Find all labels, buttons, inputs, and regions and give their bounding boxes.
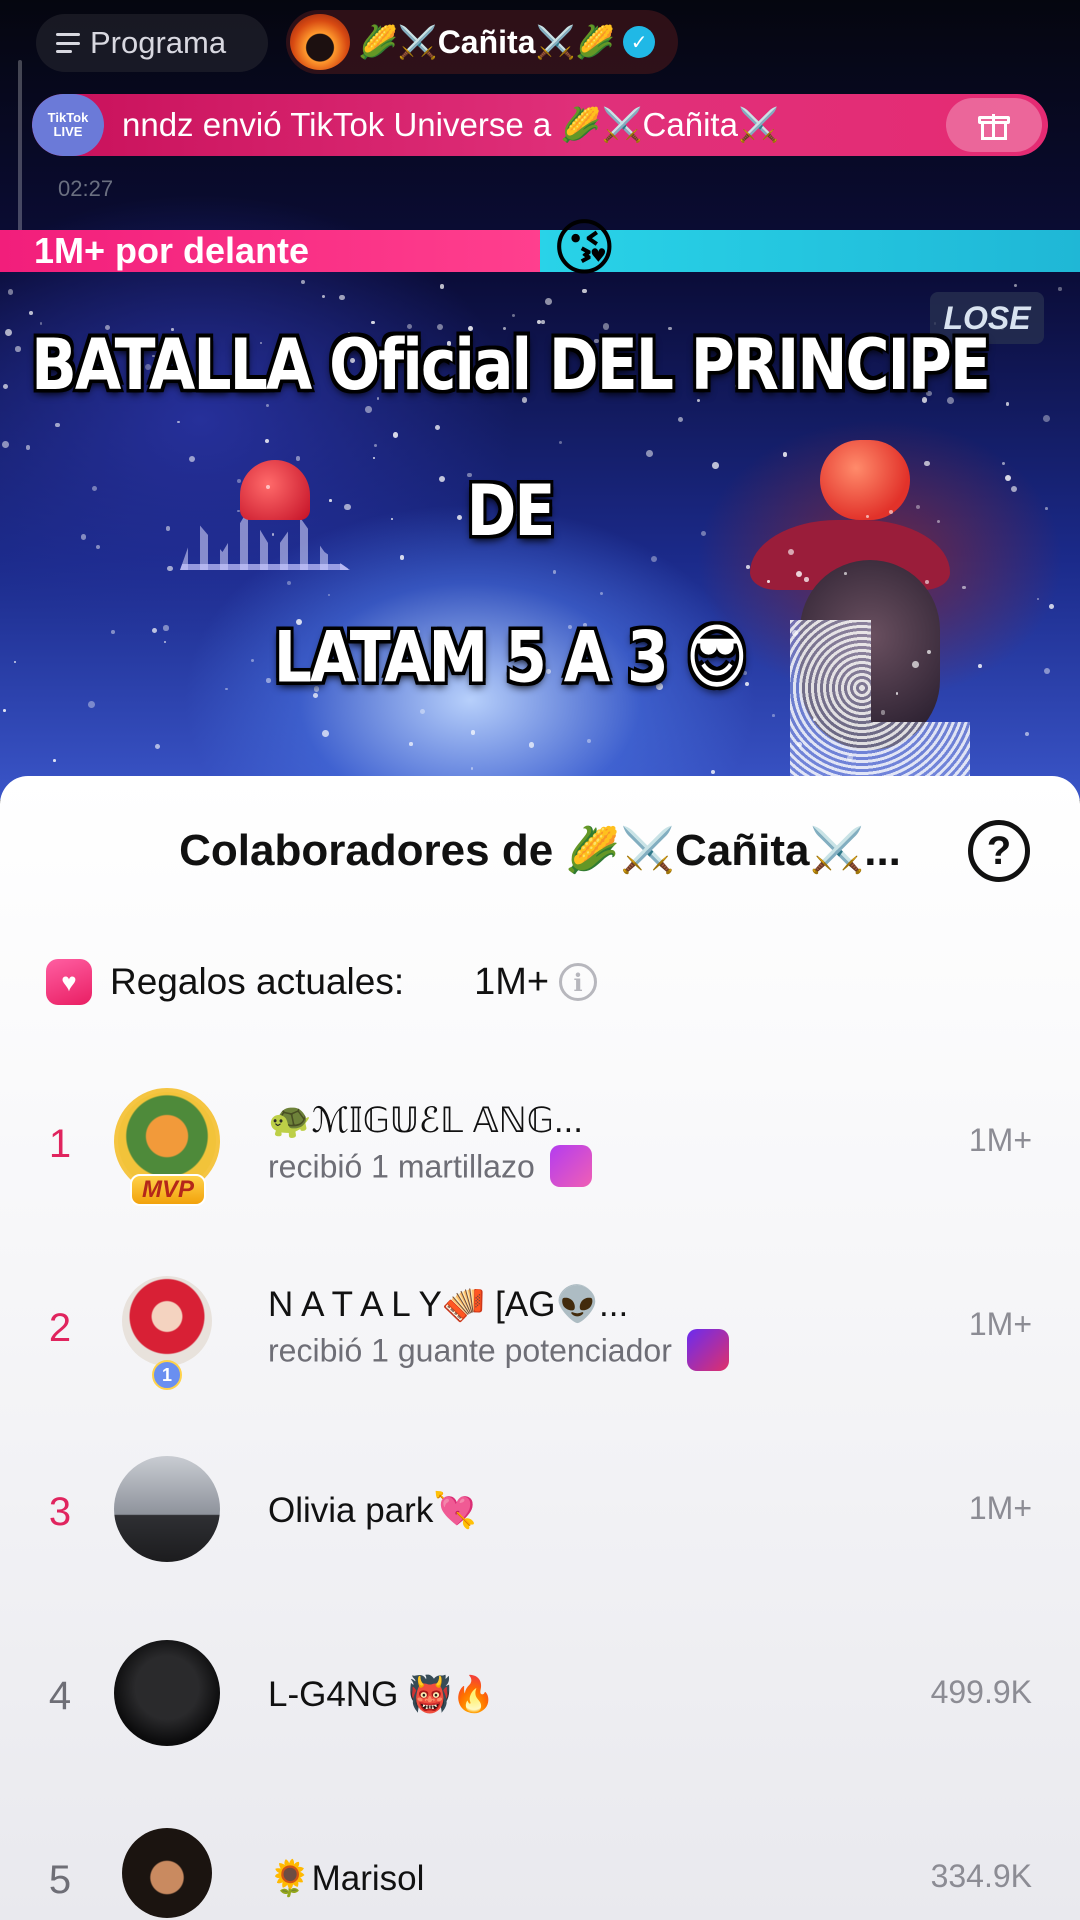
gift-box-button[interactable] bbox=[946, 98, 1042, 152]
programa-label: Programa bbox=[90, 25, 227, 60]
current-gifts-value: 1M+ bbox=[474, 960, 550, 1003]
sparkle-dot bbox=[13, 660, 17, 664]
sparkle-dot bbox=[710, 770, 715, 775]
sparkle-dot bbox=[796, 742, 802, 748]
sparkle-dot bbox=[3, 709, 6, 713]
top-bar: Programa 🌽⚔️Cañita⚔️🌽 ✓ bbox=[0, 0, 1080, 90]
sparkle-dot bbox=[1011, 485, 1018, 493]
sparkle-dot bbox=[439, 284, 444, 289]
contributor-value: 1M+ bbox=[968, 1122, 1032, 1158]
tiktok-live-icon: TikTok LIVE bbox=[32, 94, 104, 156]
contributor-value: 499.9K bbox=[930, 1674, 1032, 1710]
sparkle-dot bbox=[1001, 461, 1005, 465]
sheet-title: Colaboradores de 🌽⚔️Cañita⚔️... bbox=[179, 826, 901, 875]
sparkle-dot bbox=[3, 383, 9, 390]
verified-icon: ✓ bbox=[623, 26, 656, 58]
menu-icon bbox=[56, 33, 80, 53]
sparkle-dot bbox=[8, 289, 14, 295]
caption-line-1: BATALLA Oficial DEL PRINCIPE DE bbox=[31, 323, 991, 553]
sparkle-dot bbox=[5, 328, 13, 336]
video-caption: BATALLA Oficial DEL PRINCIPE DE LATAM 5 … bbox=[30, 292, 991, 731]
contributor-value: 334.9K bbox=[930, 1858, 1032, 1894]
sparkle-dot bbox=[1043, 667, 1050, 674]
sparkle-dot bbox=[1037, 597, 1040, 600]
host-avatar[interactable] bbox=[290, 14, 350, 70]
contributor-gift-text: recibió 1 guante potenciador bbox=[268, 1329, 729, 1374]
sparkle-dot bbox=[1005, 402, 1009, 406]
contributor-value: 1M+ bbox=[968, 1490, 1032, 1526]
gift-received-label: recibió 1 guante potenciador bbox=[268, 1332, 672, 1369]
rank-number: 4 bbox=[48, 1674, 72, 1718]
programa-button[interactable]: Programa bbox=[36, 14, 268, 72]
sparkle-dot bbox=[321, 730, 329, 738]
battle-lead-label: 1M+ por delante bbox=[34, 230, 310, 271]
sparkle-dot bbox=[1049, 603, 1055, 609]
host-name: 🌽⚔️Cañita⚔️🌽 bbox=[358, 24, 616, 60]
avatar[interactable] bbox=[122, 1276, 212, 1366]
gift-received-label: recibió 1 martillazo bbox=[268, 1148, 535, 1185]
info-icon[interactable]: i bbox=[559, 963, 598, 1001]
kiss-emoji-icon: 😘 bbox=[552, 214, 617, 283]
gift-notification-text: nndz envió TikTok Universe a 🌽⚔️Cañita⚔️ bbox=[122, 105, 780, 143]
timer-text: 02:27 bbox=[58, 176, 114, 201]
alarm-gift-icon: ♥ bbox=[46, 959, 92, 1005]
boxing-glove-gift-icon bbox=[686, 1329, 729, 1371]
rank-number: 1 bbox=[48, 1122, 72, 1166]
sparkle-dot bbox=[1, 441, 9, 448]
gift-notification-banner[interactable]: TikTok LIVE nndz envió TikTok Universe a… bbox=[32, 94, 1048, 156]
current-gifts-label: Regalos actuales: bbox=[110, 961, 405, 1002]
avatar[interactable] bbox=[114, 1456, 220, 1562]
sparkle-dot bbox=[53, 758, 56, 762]
help-button[interactable]: ? bbox=[968, 820, 1030, 882]
sparkle-dot bbox=[15, 346, 21, 352]
contributor-row-1[interactable]: 1 MVP 🐢ℳ𝕀𝔾𝕌ℰ𝕃 𝔸ℕ𝔾... recibió 1 martillaz… bbox=[0, 1078, 1080, 1208]
contributor-row-5[interactable]: 5 🌻Marisol 334.9K bbox=[0, 1814, 1080, 1920]
sparkle-dot bbox=[528, 742, 535, 748]
contributor-name: 🌻Marisol bbox=[268, 1859, 425, 1898]
sparkle-dot bbox=[1044, 507, 1048, 511]
sparkle-dot bbox=[1058, 287, 1062, 291]
rank-number: 5 bbox=[48, 1858, 72, 1902]
sparkle-dot bbox=[586, 739, 591, 744]
contributor-name: Olivia park💘 bbox=[268, 1491, 477, 1530]
sparkle-dot bbox=[1042, 414, 1050, 422]
sparkle-dot bbox=[409, 742, 413, 746]
mvp-badge: MVP bbox=[130, 1174, 206, 1206]
sparkle-dot bbox=[1025, 731, 1030, 737]
host-profile-pill[interactable]: 🌽⚔️Cañita⚔️🌽 ✓ bbox=[286, 10, 678, 74]
contributor-row-3[interactable]: 3 Olivia park💘 1M+ bbox=[0, 1446, 1080, 1576]
contributor-name: L-G4NG 👹🔥 bbox=[268, 1675, 496, 1714]
sparkle-dot bbox=[1004, 474, 1012, 482]
gift-icon bbox=[978, 110, 1010, 140]
hammer-gift-icon bbox=[549, 1145, 592, 1187]
contributor-name: 🐢ℳ𝕀𝔾𝕌ℰ𝕃 𝔸ℕ𝔾... bbox=[268, 1101, 583, 1140]
contributor-row-4[interactable]: 4 L-G4NG 👹🔥 499.9K bbox=[0, 1630, 1080, 1760]
contributor-row-2[interactable]: 2 1 N A T A L Y🪗 [AG👽... recibió 1 guant… bbox=[0, 1262, 1080, 1392]
contributor-name: N A T A L Y🪗 [AG👽... bbox=[268, 1285, 629, 1324]
contributor-value: 1M+ bbox=[968, 1306, 1032, 1342]
contributors-sheet: Colaboradores de 🌽⚔️Cañita⚔️... ? ♥ Rega… bbox=[0, 776, 1080, 1920]
sparkle-dot bbox=[300, 280, 305, 284]
current-gifts-row: ♥ Regalos actuales: 1M+ i bbox=[46, 956, 598, 1008]
avatar[interactable] bbox=[122, 1828, 212, 1918]
sparkle-dot bbox=[155, 744, 161, 750]
rank-number: 2 bbox=[48, 1306, 72, 1350]
sparkle-dot bbox=[1013, 283, 1018, 287]
battle-bar-right bbox=[540, 230, 1080, 272]
sparkle-dot bbox=[470, 767, 474, 770]
rank-number: 3 bbox=[48, 1490, 72, 1534]
rank-badge: 1 bbox=[152, 1360, 182, 1390]
avatar[interactable] bbox=[114, 1640, 220, 1746]
contributor-gift-text: recibió 1 martillazo bbox=[268, 1145, 592, 1190]
caption-line-2: LATAM 5 A 3 😎 bbox=[273, 616, 748, 700]
